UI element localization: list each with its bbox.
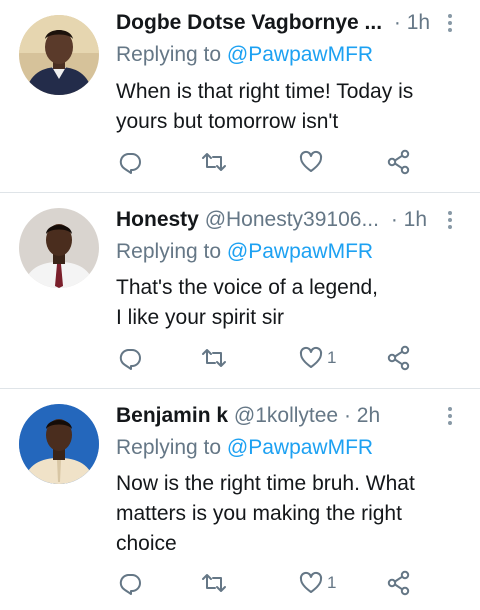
timestamp[interactable]: 1h xyxy=(407,11,430,34)
tweet-text-line: matters is you making the right xyxy=(116,502,402,525)
replying-to: Replying to @PawpawMFR xyxy=(116,435,373,461)
like-icon xyxy=(299,346,323,368)
more-vertical-icon[interactable] xyxy=(442,403,458,429)
retweet-icon xyxy=(202,153,226,171)
tweet-text: When is that right time! Today is yours … xyxy=(116,77,446,137)
replying-to-label: Replying to xyxy=(116,436,222,459)
separator-dot: · xyxy=(390,208,398,231)
reply-icon xyxy=(119,574,141,595)
tweet-2[interactable]: Honesty @Honesty39106... · 1h Replying t… xyxy=(0,193,480,388)
share-button[interactable] xyxy=(386,569,412,597)
user-handle[interactable]: @Honesty39106... xyxy=(205,208,379,231)
tweet-text: Now is the right time bruh. What matters… xyxy=(116,469,446,559)
share-button[interactable] xyxy=(386,344,412,372)
display-name[interactable]: Benjamin k xyxy=(116,404,228,427)
avatar[interactable] xyxy=(19,15,99,95)
like-button[interactable]: 1 xyxy=(298,569,336,597)
share-icon xyxy=(387,570,410,596)
mention-link[interactable]: @PawpawMFR xyxy=(227,436,373,459)
tweet-text-line: Now is the right time bruh. What xyxy=(116,472,415,495)
avatar[interactable] xyxy=(19,208,99,288)
display-name[interactable]: Honesty xyxy=(116,208,199,231)
tweet-text-line: yours but tomorrow isn't xyxy=(116,110,339,133)
reply-icon xyxy=(119,153,141,174)
replying-to: Replying to @PawpawMFR xyxy=(116,239,373,265)
avatar[interactable] xyxy=(19,404,99,484)
separator-dot: · xyxy=(343,404,351,427)
like-icon xyxy=(299,150,323,172)
timestamp[interactable]: 2h xyxy=(357,404,380,427)
tweet-text-line: I like your spirit sir xyxy=(116,306,285,329)
reply-button[interactable] xyxy=(117,569,143,597)
like-count: 1 xyxy=(327,348,337,367)
tweet-3[interactable]: Benjamin k @1kollytee · 2h Replying to @… xyxy=(0,389,480,610)
tweet-header: Dogbe Dotse Vagbornye ... · 1h xyxy=(116,10,432,36)
tweet-1[interactable]: Dogbe Dotse Vagbornye ... · 1h Replying … xyxy=(0,0,480,192)
like-icon xyxy=(299,571,323,593)
mention-link[interactable]: @PawpawMFR xyxy=(227,43,373,66)
replying-to-label: Replying to xyxy=(116,43,222,66)
user-handle[interactable]: @1kollytee xyxy=(234,404,338,427)
retweet-button[interactable] xyxy=(200,148,228,176)
separator-dot: · xyxy=(393,11,401,34)
tweet-text: That's the voice of a legend, I like you… xyxy=(116,273,446,333)
more-vertical-icon[interactable] xyxy=(442,207,458,233)
reply-button[interactable] xyxy=(117,344,143,372)
replying-to: Replying to @PawpawMFR xyxy=(116,42,373,68)
retweet-icon xyxy=(202,349,226,367)
reply-icon xyxy=(119,349,141,370)
timestamp[interactable]: 1h xyxy=(404,208,427,231)
like-count: 1 xyxy=(327,573,337,592)
more-vertical-icon[interactable] xyxy=(442,10,458,36)
tweet-text-line: choice xyxy=(116,532,177,555)
tweet-header: Benjamin k @1kollytee · 2h xyxy=(116,403,432,429)
tweet-header: Honesty @Honesty39106... · 1h xyxy=(116,207,432,233)
reply-button[interactable] xyxy=(117,148,143,176)
mention-link[interactable]: @PawpawMFR xyxy=(227,240,373,263)
share-button[interactable] xyxy=(386,148,412,176)
like-button[interactable] xyxy=(298,148,327,176)
tweet-text-line: That's the voice of a legend, xyxy=(116,276,379,299)
share-icon xyxy=(387,149,410,175)
retweet-icon xyxy=(202,574,226,592)
replying-to-label: Replying to xyxy=(116,240,222,263)
retweet-button[interactable] xyxy=(200,569,228,597)
retweet-button[interactable] xyxy=(200,344,228,372)
display-name[interactable]: Dogbe Dotse Vagbornye ... xyxy=(116,11,382,34)
like-button[interactable]: 1 xyxy=(298,344,336,372)
share-icon xyxy=(387,345,410,371)
tweet-text-line: When is that right time! Today is xyxy=(116,80,414,103)
